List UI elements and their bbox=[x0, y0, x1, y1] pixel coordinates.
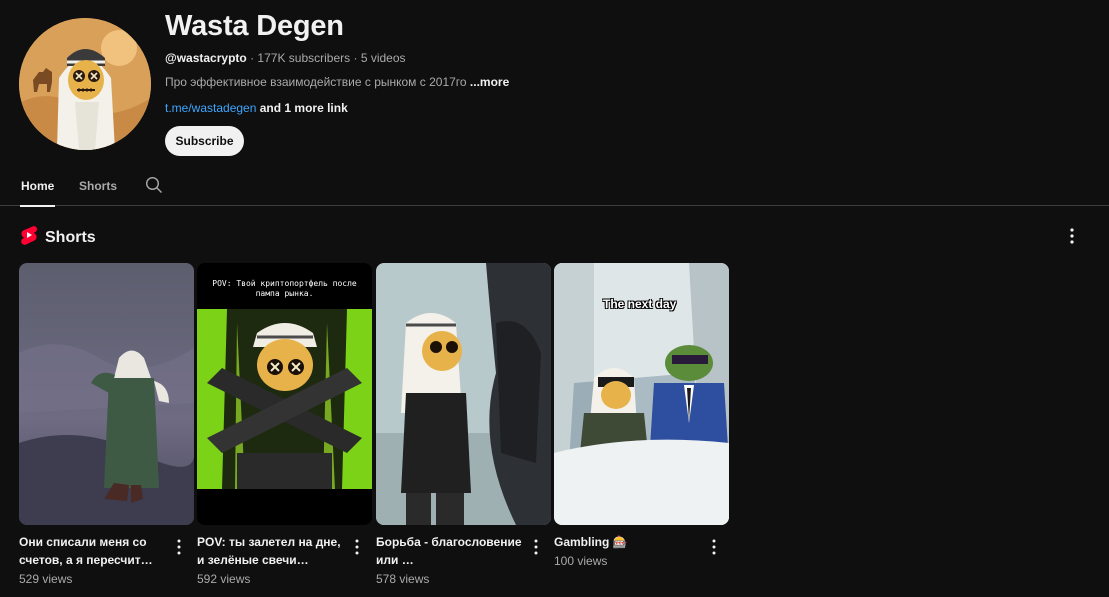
meta-separator: · bbox=[353, 51, 361, 65]
short-card[interactable]: Борьба - благословение или … 578 views bbox=[376, 263, 551, 586]
video-count: 5 videos bbox=[360, 51, 406, 65]
short-card[interactable]: POV: Твой криптопортфель после пампа рын… bbox=[197, 263, 372, 586]
telegram-link[interactable]: t.me/wastadegen bbox=[165, 101, 256, 115]
short-thumbnail[interactable] bbox=[19, 263, 194, 525]
more-links-button[interactable]: and 1 more link bbox=[260, 101, 348, 115]
tab-home[interactable]: Home bbox=[19, 179, 56, 207]
channel-handle: @wastacrypto bbox=[165, 51, 247, 65]
short-title[interactable]: Gambling 🎰 bbox=[554, 533, 702, 551]
short-title[interactable]: Они списали меня со счетов, а я пересчит… bbox=[19, 533, 167, 569]
tab-shorts[interactable]: Shorts bbox=[79, 179, 117, 193]
shorts-section-title: Shorts bbox=[45, 228, 96, 246]
short-more-icon[interactable] bbox=[706, 537, 722, 557]
short-thumbnail[interactable] bbox=[376, 263, 551, 525]
short-title[interactable]: Борьба - благословение или … bbox=[376, 533, 524, 569]
short-title[interactable]: POV: ты залетел на дне, и зелёные свечи… bbox=[197, 533, 345, 569]
channel-description: Про эффективное взаимодействие с рынком … bbox=[165, 75, 467, 89]
short-thumbnail-caption: POV: Твой криптопортфель после пампа рын… bbox=[212, 279, 357, 298]
subscribe-button[interactable]: Subscribe bbox=[165, 126, 244, 156]
short-card[interactable]: Они списали меня со счетов, а я пересчит… bbox=[19, 263, 194, 586]
short-more-icon[interactable] bbox=[528, 537, 544, 557]
short-thumbnail[interactable]: The next day bbox=[554, 263, 729, 525]
subscriber-count: 177K subscribers bbox=[257, 51, 351, 65]
search-icon[interactable] bbox=[145, 176, 163, 194]
section-more-icon[interactable] bbox=[1062, 226, 1082, 246]
channel-meta: @wastacrypto · 177K subscribers · 5 vide… bbox=[165, 51, 406, 65]
shorts-logo-icon bbox=[20, 225, 38, 250]
short-views: 592 views bbox=[197, 572, 251, 586]
short-card[interactable]: The next day Gambling 🎰 100 views bbox=[554, 263, 729, 568]
channel-links: t.me/wastadegen and 1 more link bbox=[165, 101, 348, 115]
channel-name: Wasta Degen bbox=[165, 10, 344, 42]
description-more-link[interactable]: ...more bbox=[470, 75, 509, 89]
short-views: 100 views bbox=[554, 554, 608, 568]
short-thumbnail[interactable]: POV: Твой криптопортфель после пампа рын… bbox=[197, 263, 372, 525]
channel-tabs: Home Shorts bbox=[0, 166, 1109, 207]
channel-avatar bbox=[19, 18, 151, 150]
shorts-section-header: Shorts bbox=[20, 225, 96, 250]
short-more-icon[interactable] bbox=[349, 537, 365, 557]
short-more-icon[interactable] bbox=[171, 537, 187, 557]
short-views: 529 views bbox=[19, 572, 73, 586]
short-views: 578 views bbox=[376, 572, 430, 586]
channel-description-row[interactable]: Про эффективное взаимодействие с рынком … bbox=[165, 75, 509, 89]
short-thumbnail-caption: The next day bbox=[603, 297, 677, 311]
